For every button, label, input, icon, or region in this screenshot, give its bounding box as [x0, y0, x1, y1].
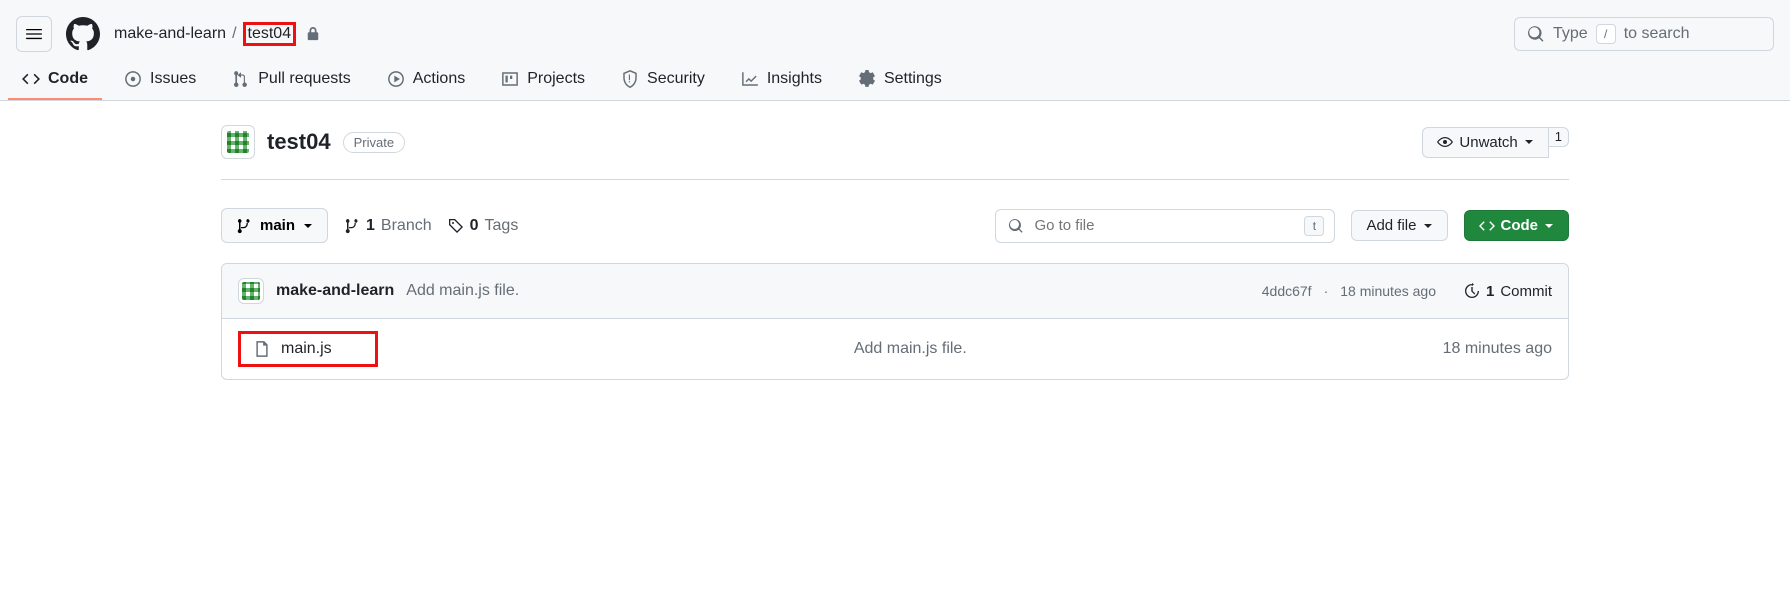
tab-code[interactable]: Code [8, 60, 102, 100]
file-row[interactable]: main.js Add main.js file. 18 minutes ago [222, 319, 1568, 379]
eye-icon [1437, 134, 1453, 150]
commit-author-avatar[interactable] [238, 278, 264, 304]
file-icon [253, 340, 271, 358]
tab-projects-label: Projects [527, 70, 585, 88]
code-button[interactable]: Code [1464, 210, 1570, 241]
file-name[interactable]: main.js [281, 340, 332, 358]
projects-icon [501, 70, 519, 88]
tab-projects[interactable]: Projects [487, 60, 599, 100]
history-icon [1464, 283, 1480, 299]
code-icon [22, 70, 40, 88]
breadcrumb-separator: / [232, 25, 236, 43]
chevron-down-icon [303, 221, 313, 231]
branch-icon [344, 218, 360, 234]
tab-actions[interactable]: Actions [373, 60, 479, 100]
tab-insights[interactable]: Insights [727, 60, 836, 100]
tab-issues[interactable]: Issues [110, 60, 210, 100]
search-icon [1008, 218, 1024, 234]
repo-title: test04 [267, 129, 331, 155]
breadcrumb: make-and-learn / test04 [114, 22, 320, 46]
add-file-button[interactable]: Add file [1351, 210, 1447, 241]
tags-link[interactable]: 0 Tags [448, 217, 519, 235]
tag-icon [448, 218, 464, 234]
tab-insights-label: Insights [767, 70, 822, 88]
go-to-file-input[interactable] [1034, 217, 1294, 234]
branch-name: main [260, 217, 295, 234]
global-search[interactable]: Type / to search [1514, 17, 1774, 51]
add-file-label: Add file [1366, 217, 1416, 234]
commits-label: Commit [1500, 283, 1552, 300]
tab-actions-label: Actions [413, 70, 465, 88]
visibility-badge: Private [343, 132, 405, 153]
branches-label: Branch [381, 217, 432, 235]
lock-icon [306, 27, 320, 41]
go-to-file-kbd: t [1304, 216, 1324, 236]
tab-settings[interactable]: Settings [844, 60, 956, 100]
commit-time[interactable]: 18 minutes ago [1340, 283, 1436, 299]
tab-code-label: Code [48, 70, 88, 88]
tags-count: 0 [470, 217, 479, 235]
search-icon [1527, 25, 1545, 43]
repo-avatar [221, 125, 255, 159]
file-commit-message[interactable]: Add main.js file. [392, 340, 1429, 358]
repo-tabs: Code Issues Pull requests Actions Projec… [0, 60, 1790, 100]
unwatch-button[interactable]: Unwatch [1422, 127, 1548, 158]
tab-security-label: Security [647, 70, 705, 88]
tab-security[interactable]: Security [607, 60, 719, 100]
pull-request-icon [232, 70, 250, 88]
commits-link[interactable]: 1 Commit [1464, 283, 1552, 300]
search-suffix: to search [1624, 25, 1690, 43]
breadcrumb-repo[interactable]: test04 [243, 22, 297, 46]
branches-link[interactable]: 1 Branch [344, 217, 432, 235]
commit-author[interactable]: make-and-learn [276, 282, 394, 300]
code-icon [1479, 218, 1495, 234]
branch-icon [236, 218, 252, 234]
issues-icon [124, 70, 142, 88]
hamburger-icon [25, 25, 43, 43]
insights-icon [741, 70, 759, 88]
commit-message[interactable]: Add main.js file. [406, 282, 519, 300]
chevron-down-icon [1544, 221, 1554, 231]
unwatch-count: 1 [1549, 127, 1569, 147]
go-to-file[interactable]: t [995, 209, 1335, 243]
tags-label: Tags [485, 217, 519, 235]
hamburger-menu-button[interactable] [16, 16, 52, 52]
code-button-label: Code [1501, 217, 1539, 234]
actions-icon [387, 70, 405, 88]
commit-dot: · [1324, 283, 1329, 299]
file-time: 18 minutes ago [1443, 340, 1552, 358]
search-kbd: / [1596, 24, 1616, 44]
unwatch-label: Unwatch [1459, 134, 1517, 151]
breadcrumb-owner[interactable]: make-and-learn [114, 25, 226, 43]
chevron-down-icon [1524, 137, 1534, 147]
tab-settings-label: Settings [884, 70, 942, 88]
chevron-down-icon [1423, 221, 1433, 231]
commits-count: 1 [1486, 283, 1494, 300]
gear-icon [858, 70, 876, 88]
tab-issues-label: Issues [150, 70, 196, 88]
commit-sha[interactable]: 4ddc67f [1262, 283, 1312, 299]
tab-pulls[interactable]: Pull requests [218, 60, 365, 100]
search-prefix: Type [1553, 25, 1588, 43]
tab-pulls-label: Pull requests [258, 70, 351, 88]
branch-selector[interactable]: main [221, 208, 328, 243]
security-icon [621, 70, 639, 88]
github-logo[interactable] [66, 17, 100, 51]
branches-count: 1 [366, 217, 375, 235]
